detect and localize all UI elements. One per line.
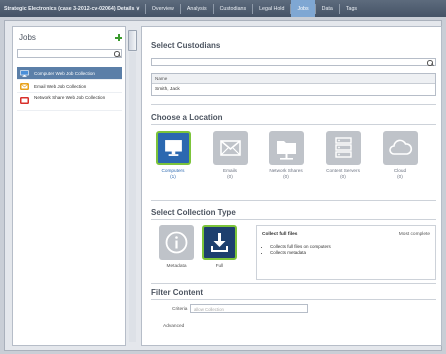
collection-type-label: Full [215,264,224,269]
description-title: Collect full files [262,232,298,237]
custodian-search-input[interactable] [151,58,436,66]
jobs-list: Computer Web Job Collection Email Web Jo… [17,67,122,111]
tab-jobs[interactable]: Jobs [291,0,315,17]
section-divider [151,104,436,105]
location-count: (0) [397,174,403,179]
computer-icon [20,70,29,77]
top-nav-bar: Strategic Electronics (case 3-2012-cv-02… [0,0,446,17]
panel-resize-handle[interactable] [128,30,137,51]
location-tiles: Computers (1) Emails (0) Network Shares … [142,131,443,181]
jobs-search-input[interactable] [17,49,122,58]
envelope-icon [219,140,241,156]
network-share-icon [20,97,29,104]
jobs-title: Jobs [19,33,36,42]
tab-analysis[interactable]: Analysis [181,0,213,17]
location-count: (1) [170,174,176,179]
collection-type-metadata[interactable] [159,225,194,260]
criteria-label: Criteria [172,307,188,312]
custodian-row[interactable]: Smith, Jack [152,84,435,95]
location-count: (0) [340,174,346,179]
collection-type-description: Collect full files Most complete Collect… [256,225,436,280]
folder-icon [276,141,296,160]
case-breadcrumb[interactable]: Strategic Electronics (case 3-2012-cv-02… [0,6,145,12]
location-computers[interactable]: Computers (1) [148,131,198,180]
select-custodians-title: Select Custodians [151,41,221,50]
job-item-network-share[interactable]: Network Share Web Job Collection [17,93,122,111]
filter-content-title: Filter Content [151,288,203,297]
server-icon [334,137,352,158]
section-divider [151,219,436,220]
jobs-panel: Jobs Computer Web Job Collection Email W… [12,26,126,346]
search-icon[interactable] [427,60,433,66]
criteria-input[interactable]: allow Collection [190,304,308,313]
collection-type-label: Metadata [166,264,187,269]
location-count: (0) [283,174,289,179]
job-label: Email Web Job Collection [34,83,87,89]
location-icon-box [382,131,418,165]
location-icon-box [155,131,191,165]
column-header-name[interactable]: Name [152,74,435,84]
location-cloud[interactable]: Cloud (0) [375,131,425,180]
section-divider [151,200,436,201]
monitor-icon [164,140,182,156]
description-bullets: Collects full files on computers Collect… [266,244,331,256]
job-label: Computer Web Job Collection [34,70,95,76]
section-divider [151,299,436,300]
location-count: (0) [227,174,233,179]
location-icon-box [325,131,361,165]
location-network-shares[interactable]: Network Shares (0) [261,131,311,180]
add-job-icon[interactable] [115,34,122,41]
tab-overview[interactable]: Overview [146,0,180,17]
location-icon-box [268,131,304,165]
section-divider [151,283,436,284]
tab-data[interactable]: Data [316,0,339,17]
collection-type-full[interactable] [202,225,237,260]
choose-location-title: Choose a Location [151,113,223,122]
location-content-servers[interactable]: Content Servers (0) [318,131,368,180]
custodian-table: Name Smith, Jack [151,73,436,96]
job-item-email[interactable]: Email Web Job Collection [17,80,122,93]
collection-wizard: Select Custodians Name Smith, Jack Choos… [141,26,442,346]
description-bullet: Collects metadata [270,250,331,256]
search-icon[interactable] [114,51,120,57]
location-emails[interactable]: Emails (0) [205,131,255,180]
job-label: Network Share Web Job Collection [34,95,106,100]
location-icon-box [212,131,248,165]
tab-tags[interactable]: Tags [340,0,363,17]
cloud-icon [388,139,412,155]
tab-custodians[interactable]: Custodians [214,0,253,17]
advanced-link[interactable]: Advanced [163,324,184,329]
info-icon [165,231,188,254]
download-icon [211,233,228,252]
tab-legal-hold[interactable]: Legal Hold [253,0,290,17]
email-icon [20,83,29,90]
section-divider [151,124,436,125]
collection-type-title: Select Collection Type [151,208,236,217]
job-item-computer[interactable]: Computer Web Job Collection [17,67,122,80]
description-tag: Most complete [398,232,430,237]
left-scrollbar[interactable] [129,52,136,342]
